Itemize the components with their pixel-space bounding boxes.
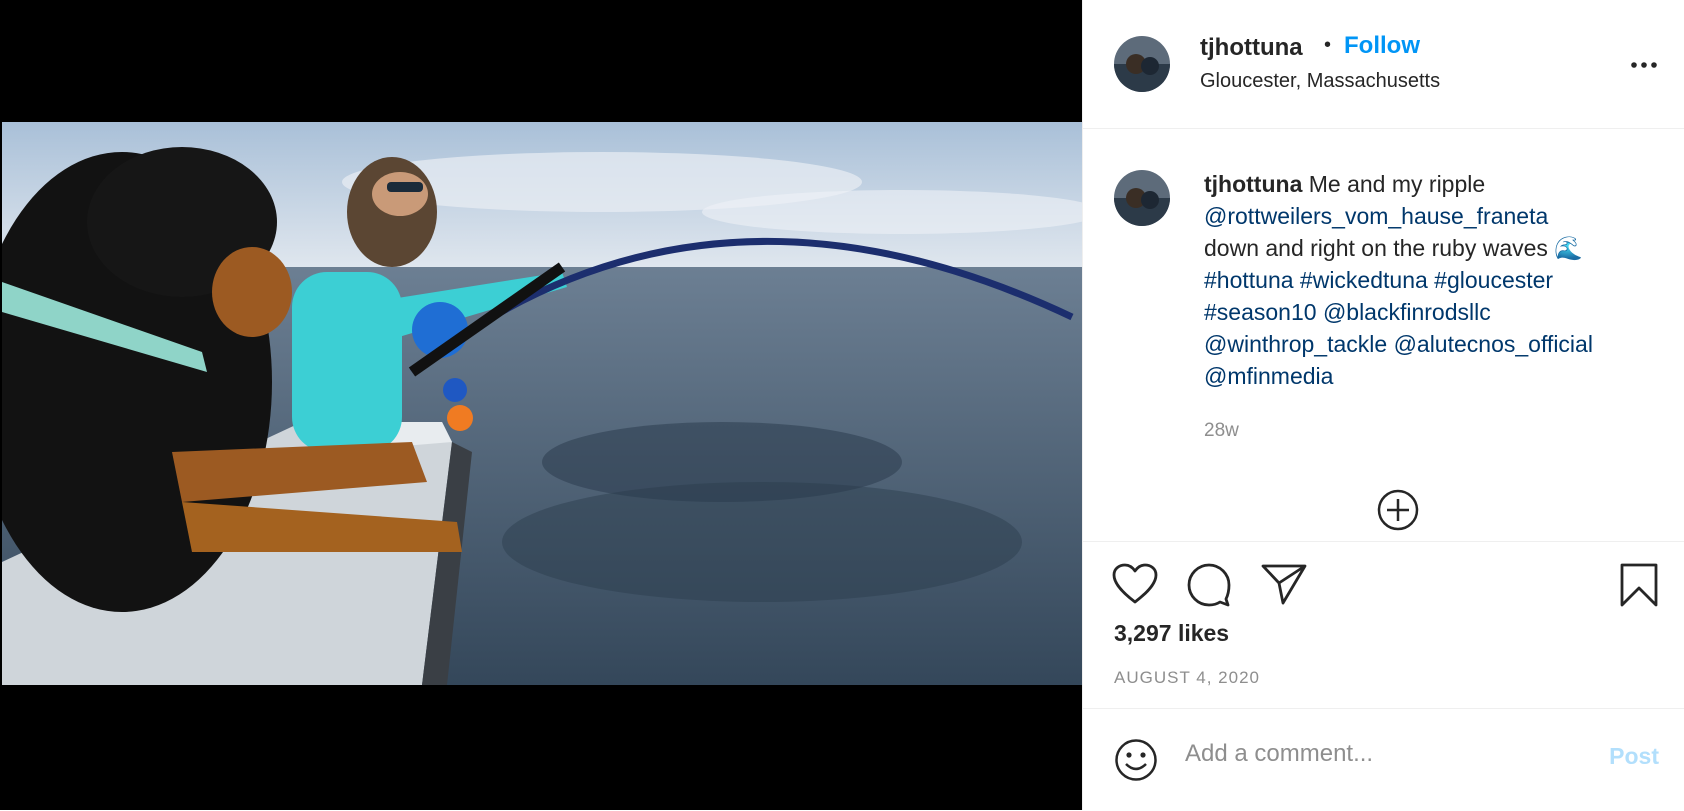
bookmark-icon[interactable] — [1619, 563, 1659, 607]
load-more-icon[interactable] — [1376, 488, 1420, 532]
caption-hashtag[interactable]: #hottuna — [1204, 267, 1294, 293]
comment-input[interactable] — [1183, 739, 1567, 769]
author-username[interactable]: tjhottuna — [1200, 34, 1303, 62]
post-actions-bar — [1083, 541, 1684, 607]
caption-mention[interactable]: @mfinmedia — [1204, 363, 1333, 389]
post-comment-button[interactable]: Post — [1609, 743, 1659, 770]
fishing-photo-illustration — [2, 122, 1082, 685]
header-separator: • — [1324, 34, 1332, 56]
follow-button[interactable]: Follow — [1344, 32, 1420, 60]
comment-bar: Post — [1083, 708, 1684, 811]
caption-mention[interactable]: @winthrop_tackle — [1204, 331, 1387, 357]
post-date[interactable]: AUGUST 4, 2020 — [1114, 668, 1260, 688]
caption-username[interactable]: tjhottuna — [1204, 171, 1302, 197]
caption-hashtag[interactable]: #gloucester — [1434, 267, 1553, 293]
caption-hashtag[interactable]: #season10 — [1204, 299, 1317, 325]
post-caption: tjhottuna Me and my ripple @rottweilers_… — [1204, 168, 1664, 392]
post-photo[interactable] — [2, 122, 1082, 685]
caption-text-intro: Me and my ripple — [1302, 171, 1486, 197]
post-location[interactable]: Gloucester, Massachusetts — [1200, 70, 1440, 93]
more-options-icon[interactable] — [1631, 62, 1657, 68]
comment-icon[interactable] — [1186, 563, 1232, 607]
caption-hashtag[interactable]: #wickedtuna — [1300, 267, 1428, 293]
share-icon[interactable] — [1261, 563, 1307, 605]
caption-author-avatar[interactable] — [1114, 170, 1170, 226]
likes-count[interactable]: 3,297 likes — [1114, 620, 1229, 647]
post-header: tjhottuna • Follow Gloucester, Massachus… — [1083, 0, 1684, 129]
caption-time-ago[interactable]: 28w — [1204, 420, 1239, 442]
caption-mention[interactable]: @rottweilers_vom_hause_franeta — [1204, 203, 1548, 229]
heart-icon[interactable] — [1112, 563, 1158, 605]
post-media[interactable] — [0, 0, 1082, 810]
emoji-icon[interactable] — [1114, 738, 1158, 782]
caption-mention[interactable]: @alutecnos_official — [1394, 331, 1593, 357]
post-details-panel: tjhottuna • Follow Gloucester, Massachus… — [1082, 0, 1684, 810]
author-avatar[interactable] — [1114, 36, 1170, 92]
caption-mention[interactable]: @blackfinrodsllc — [1323, 299, 1491, 325]
caption-text-middle: down and right on the ruby waves 🌊 — [1204, 235, 1583, 261]
